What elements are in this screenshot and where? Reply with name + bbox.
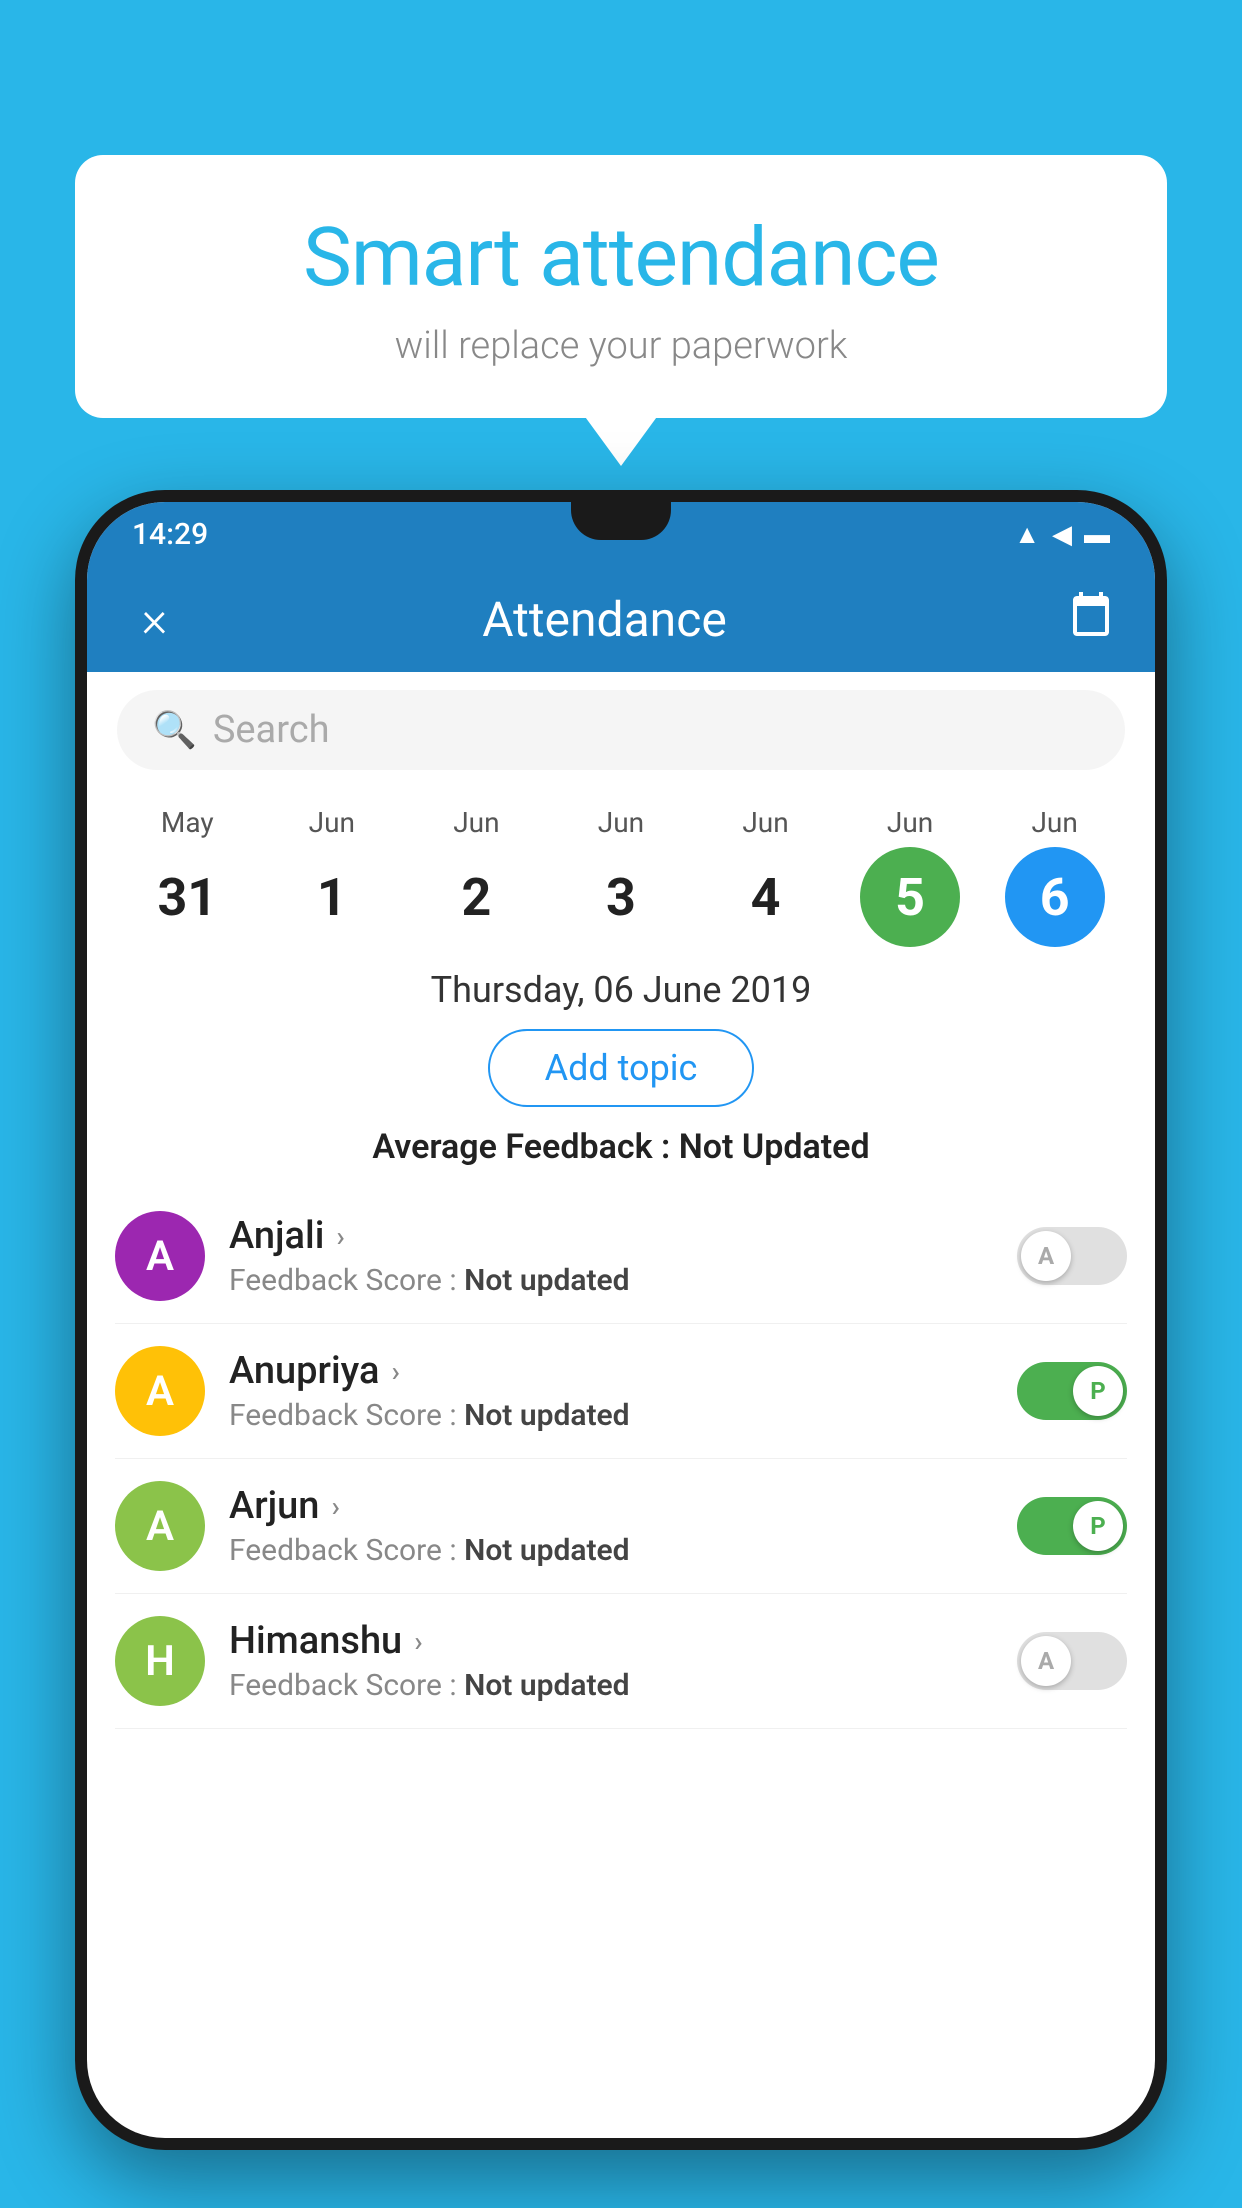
- day-circle: 2: [426, 847, 526, 947]
- search-bar[interactable]: 🔍 Search: [117, 690, 1125, 770]
- student-name: Himanshu›: [229, 1619, 993, 1663]
- day-circle: 31: [137, 847, 237, 947]
- signal-icon: ◀: [1052, 520, 1072, 550]
- feedback-score: Feedback Score : Not updated: [229, 1668, 993, 1703]
- calendar-icon[interactable]: [1067, 590, 1115, 649]
- bubble-subtitle: will replace your paperwork: [135, 324, 1107, 368]
- day-circle: 3: [571, 847, 671, 947]
- toggle-switch[interactable]: P: [1017, 1497, 1127, 1555]
- status-icons: ▲ ◀ ▬: [1014, 519, 1110, 550]
- toggle-knob: A: [1021, 1636, 1071, 1686]
- month-label: May: [161, 806, 214, 839]
- month-label: Jun: [598, 806, 644, 839]
- student-row[interactable]: A Arjun› Feedback Score : Not updated P: [115, 1459, 1127, 1594]
- chevron-icon: ›: [414, 1625, 422, 1658]
- feedback-score: Feedback Score : Not updated: [229, 1533, 993, 1568]
- month-label: Jun: [742, 806, 788, 839]
- student-name: Anjali›: [229, 1214, 993, 1258]
- day-number: 1: [317, 867, 347, 928]
- student-name: Arjun›: [229, 1484, 993, 1528]
- day-number: 31: [157, 867, 217, 928]
- avatar: A: [115, 1211, 205, 1301]
- day-circle: 6: [1005, 847, 1105, 947]
- student-list: AAnjali›Feedback Score : Not updatedAAAn…: [87, 1189, 1155, 1729]
- chevron-icon: ›: [391, 1355, 399, 1388]
- speech-bubble: Smart attendance will replace your paper…: [75, 155, 1167, 418]
- date-col[interactable]: Jun 5: [845, 806, 975, 947]
- search-icon: 🔍: [152, 709, 197, 751]
- avatar: A: [115, 1481, 205, 1571]
- day-circle: 1: [282, 847, 382, 947]
- attendance-toggle[interactable]: A: [1017, 1227, 1127, 1285]
- feedback-score: Feedback Score : Not updated: [229, 1263, 993, 1298]
- selected-date-heading: Thursday, 06 June 2019: [87, 969, 1155, 1011]
- feedback-score: Feedback Score : Not updated: [229, 1398, 993, 1433]
- student-row[interactable]: H Himanshu› Feedback Score : Not updated A: [115, 1594, 1127, 1729]
- battery-icon: ▬: [1084, 519, 1110, 550]
- phone-inner: 14:29 ▲ ◀ ▬ × Attendance 🔍: [87, 502, 1155, 2138]
- date-col[interactable]: Jun 2: [411, 806, 541, 947]
- attendance-toggle[interactable]: A: [1017, 1632, 1127, 1690]
- chevron-icon: ›: [336, 1220, 344, 1253]
- attendance-toggle[interactable]: P: [1017, 1362, 1127, 1420]
- month-label: Jun: [309, 806, 355, 839]
- bubble-title: Smart attendance: [135, 210, 1107, 306]
- average-feedback: Average Feedback : Not Updated: [87, 1127, 1155, 1167]
- avg-feedback-label: Average Feedback :: [372, 1127, 678, 1167]
- student-name: Anupriya›: [229, 1349, 993, 1393]
- app-bar-title: Attendance: [142, 591, 1067, 648]
- day-number: 2: [461, 867, 491, 928]
- day-circle: 4: [716, 847, 816, 947]
- student-info: Anupriya› Feedback Score : Not updated: [229, 1349, 993, 1433]
- day-number: 3: [606, 867, 636, 928]
- phone-outer: 14:29 ▲ ◀ ▬ × Attendance 🔍: [75, 490, 1167, 2150]
- student-row[interactable]: A Anupriya› Feedback Score : Not updated P: [115, 1324, 1127, 1459]
- attendance-toggle[interactable]: P: [1017, 1497, 1127, 1555]
- wifi-icon: ▲: [1014, 519, 1040, 550]
- toggle-knob: P: [1073, 1501, 1123, 1551]
- day-number: 6: [1040, 867, 1070, 928]
- day-circle: 5: [860, 847, 960, 947]
- student-row[interactable]: A Anjali› Feedback Score : Not updated A: [115, 1189, 1127, 1324]
- search-input[interactable]: Search: [213, 708, 330, 752]
- date-col[interactable]: Jun 4: [701, 806, 831, 947]
- month-label: Jun: [887, 806, 933, 839]
- status-bar: 14:29 ▲ ◀ ▬: [87, 502, 1155, 567]
- toggle-switch[interactable]: A: [1017, 1632, 1127, 1690]
- month-label: Jun: [453, 806, 499, 839]
- status-time: 14:29: [132, 517, 208, 552]
- notch: [571, 502, 671, 540]
- student-info: Anjali› Feedback Score : Not updated: [229, 1214, 993, 1298]
- day-number: 4: [751, 867, 781, 928]
- app-bar: × Attendance: [87, 567, 1155, 672]
- toggle-switch[interactable]: P: [1017, 1362, 1127, 1420]
- phone-wrapper: 14:29 ▲ ◀ ▬ × Attendance 🔍: [75, 490, 1167, 2208]
- avatar: A: [115, 1346, 205, 1436]
- date-col[interactable]: Jun 1: [267, 806, 397, 947]
- avatar: H: [115, 1616, 205, 1706]
- month-label: Jun: [1031, 806, 1077, 839]
- date-strip: May 31 Jun 1 Jun 2 Jun 3 Jun 4 Jun 5 Jun 6: [87, 788, 1155, 947]
- date-col[interactable]: May 31: [122, 806, 252, 947]
- avg-feedback-value: Not Updated: [679, 1127, 870, 1167]
- toggle-knob: A: [1021, 1231, 1071, 1281]
- toggle-knob: P: [1073, 1366, 1123, 1416]
- date-col[interactable]: Jun 3: [556, 806, 686, 947]
- student-info: Arjun› Feedback Score : Not updated: [229, 1484, 993, 1568]
- day-number: 5: [895, 867, 925, 928]
- chevron-icon: ›: [331, 1490, 339, 1523]
- toggle-switch[interactable]: A: [1017, 1227, 1127, 1285]
- student-info: Himanshu› Feedback Score : Not updated: [229, 1619, 993, 1703]
- add-topic-button[interactable]: Add topic: [488, 1029, 755, 1107]
- date-col[interactable]: Jun 6: [990, 806, 1120, 947]
